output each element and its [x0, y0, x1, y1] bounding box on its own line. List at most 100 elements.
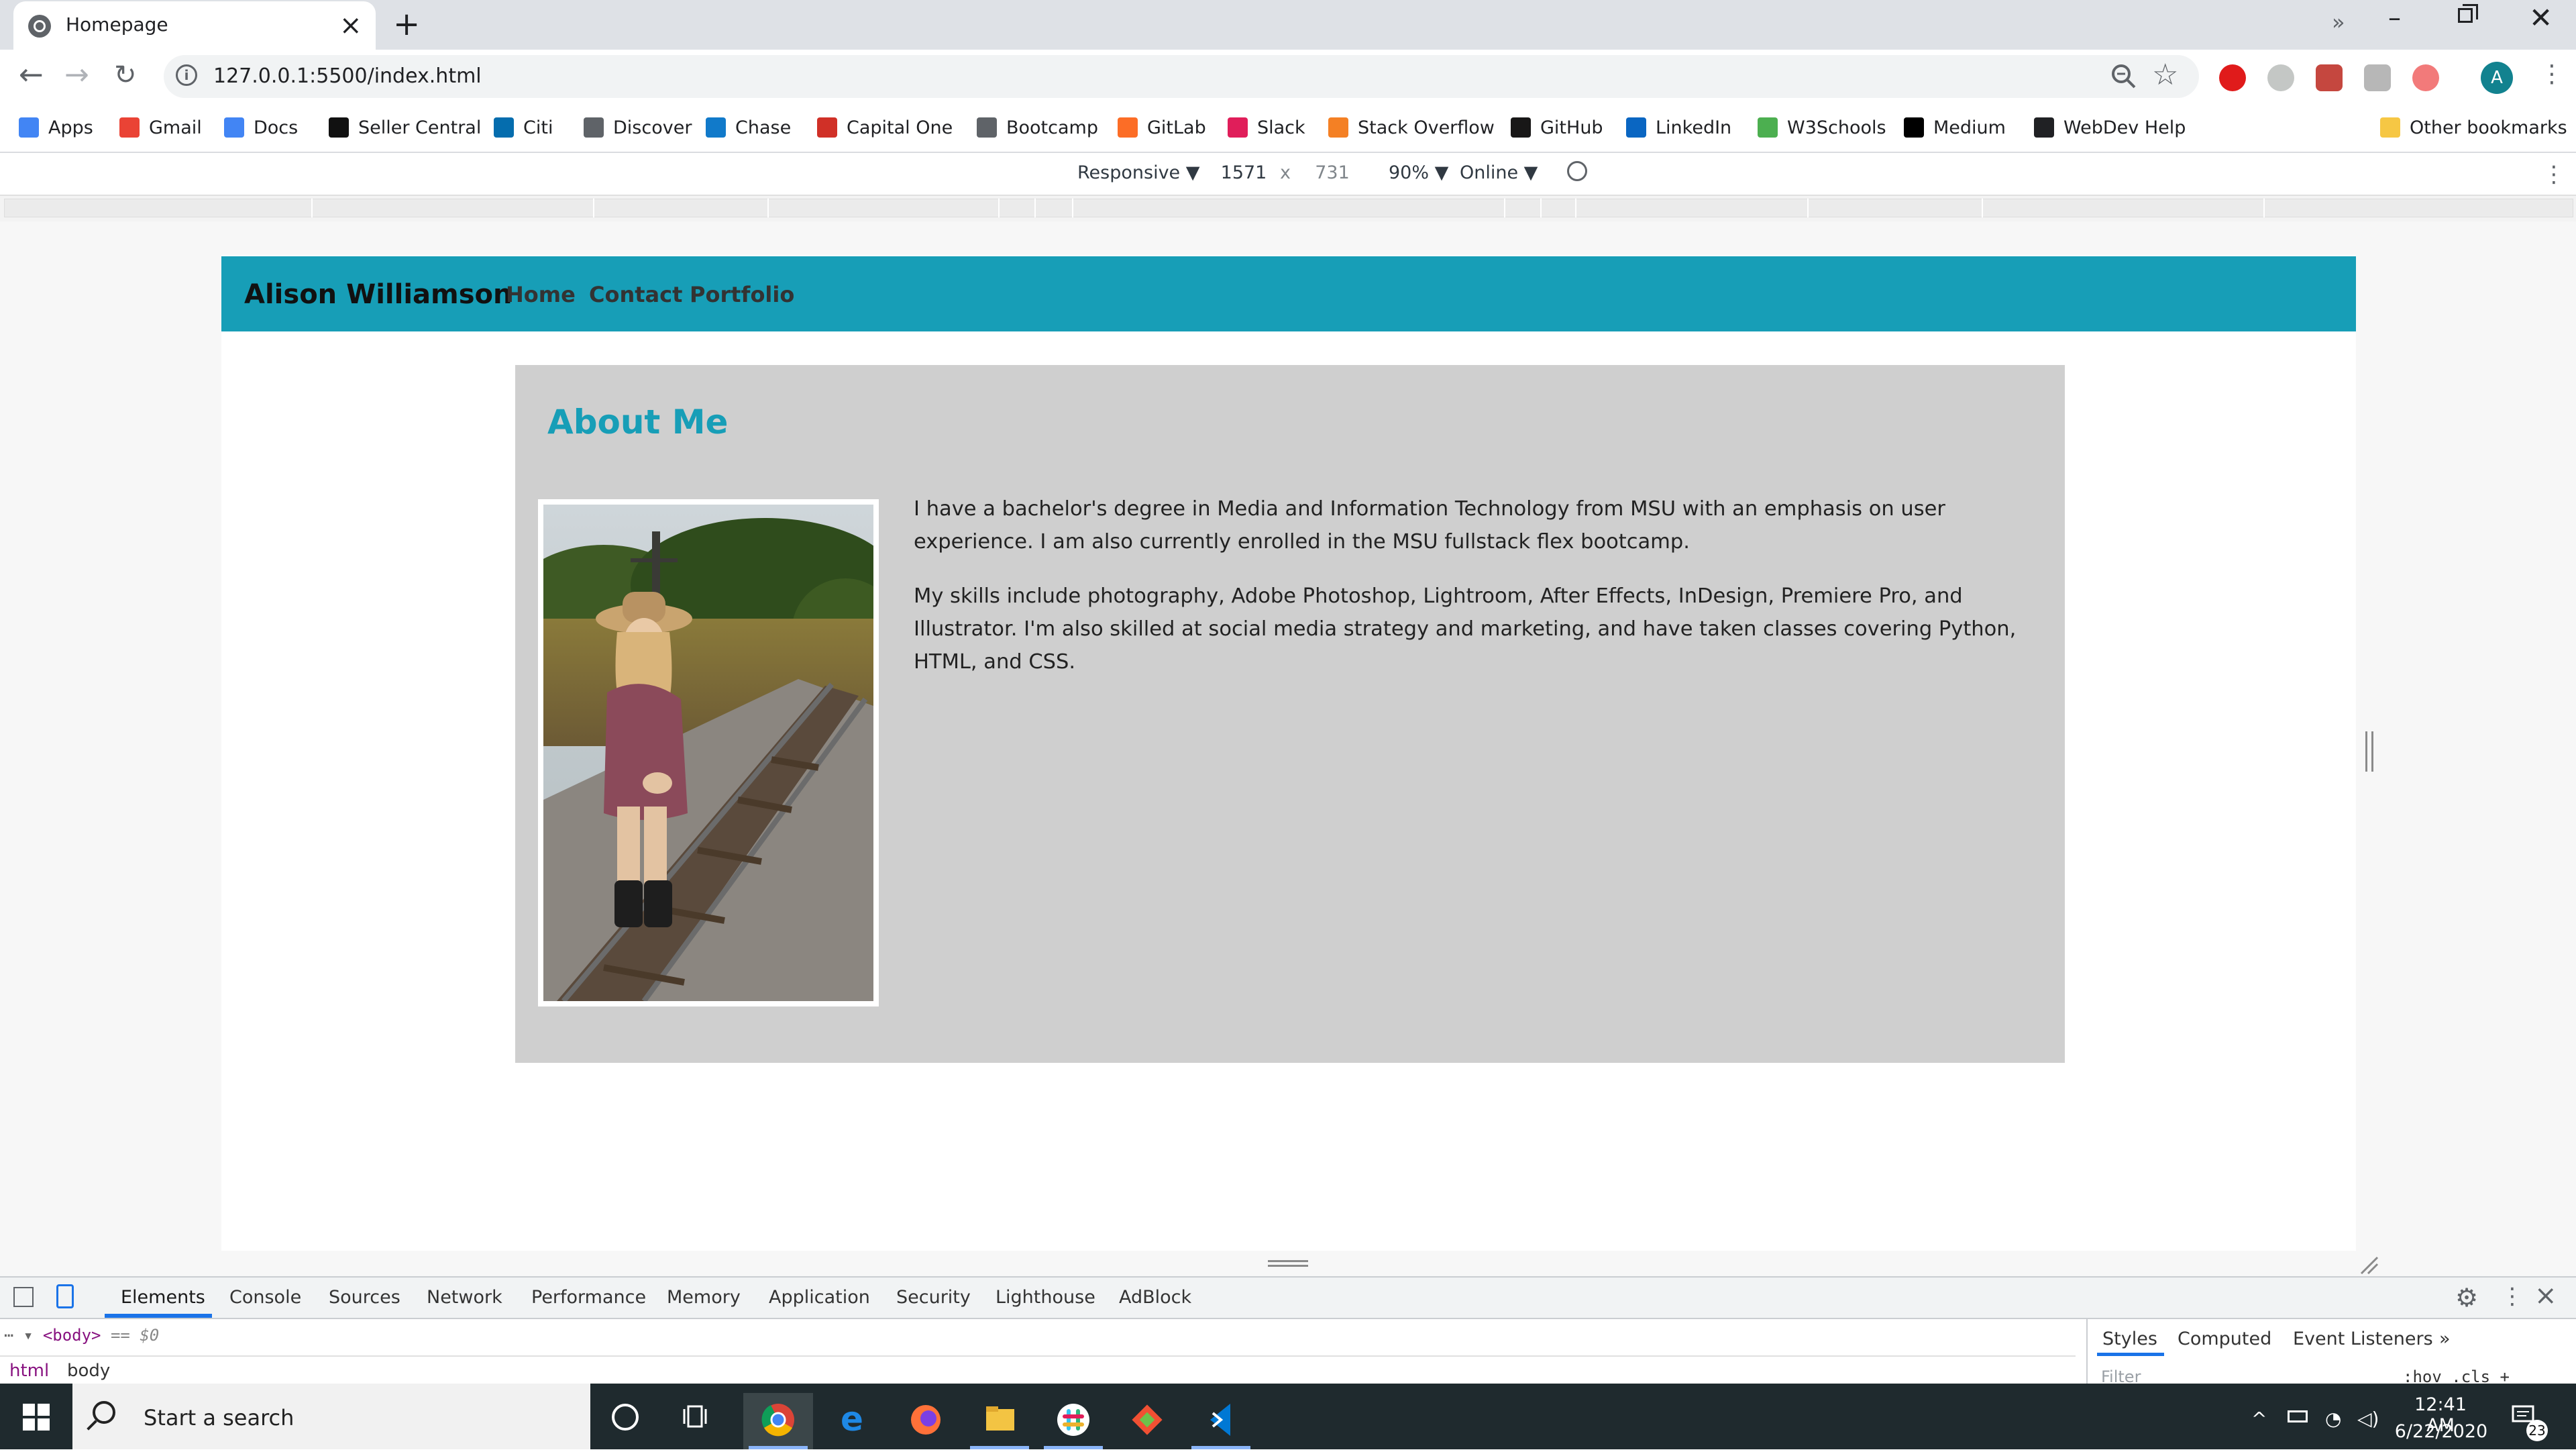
- slack-app[interactable]: [1038, 1393, 1108, 1449]
- tab-adblock[interactable]: AdBlock: [1119, 1287, 1191, 1308]
- bookmark-item[interactable]: Seller Central: [329, 115, 481, 140]
- rotate-icon[interactable]: [1567, 161, 1587, 181]
- bookmark-item[interactable]: Stack Overflow: [1328, 115, 1495, 140]
- cortana-icon[interactable]: [612, 1404, 639, 1431]
- search-input[interactable]: Start a search: [144, 1405, 294, 1431]
- bookmark-item[interactable]: GitHub: [1511, 115, 1603, 140]
- tab-lighthouse[interactable]: Lighthouse: [996, 1287, 1095, 1308]
- device-height-input[interactable]: 731: [1299, 160, 1366, 187]
- reload-icon[interactable]: ↻: [114, 60, 137, 90]
- chrome-app[interactable]: [743, 1393, 813, 1449]
- bookmark-item[interactable]: Apps: [19, 115, 93, 140]
- tab-event-listeners[interactable]: Event Listeners: [2293, 1329, 2433, 1349]
- bookmark-item[interactable]: LinkedIn: [1626, 115, 1731, 140]
- minimize-button[interactable]: –: [2388, 3, 2401, 32]
- window-close-button[interactable]: ✕: [2529, 1, 2553, 34]
- media-query-track[interactable]: [4, 199, 2573, 217]
- vscode-app[interactable]: [1186, 1393, 1256, 1449]
- zoom-icon[interactable]: [2109, 62, 2139, 91]
- nav-link-portfolio[interactable]: Portfolio: [690, 282, 794, 307]
- inspect-element-icon[interactable]: [13, 1287, 34, 1307]
- adblock-icon[interactable]: [2219, 64, 2246, 91]
- gear-icon[interactable]: ⚙: [2455, 1283, 2478, 1312]
- zoom-select[interactable]: 90% ▼: [1389, 162, 1448, 183]
- tab-computed[interactable]: Computed: [2178, 1329, 2271, 1349]
- extension-icon[interactable]: [2364, 64, 2391, 91]
- styles-more-icon[interactable]: »: [2439, 1329, 2451, 1349]
- tab-network[interactable]: Network: [427, 1287, 502, 1308]
- bookmark-item[interactable]: Docs: [224, 115, 298, 140]
- tab-application[interactable]: Application: [769, 1287, 870, 1308]
- firefox-app[interactable]: [891, 1393, 961, 1449]
- battery-icon[interactable]: [2288, 1410, 2308, 1422]
- git-app[interactable]: [1112, 1393, 1182, 1449]
- about-text: I have a bachelor's degree in Media and …: [914, 492, 2047, 700]
- throttle-select[interactable]: Online ▼: [1460, 162, 1538, 183]
- breadcrumb-html[interactable]: html: [9, 1361, 49, 1381]
- bookmark-item[interactable]: Discover: [584, 115, 692, 140]
- extension-icon[interactable]: [2267, 64, 2294, 91]
- chevron-up-icon[interactable]: ^: [2251, 1408, 2267, 1430]
- bookmark-item[interactable]: Chase: [706, 115, 791, 140]
- address-bar[interactable]: i 127.0.0.1:5500/index.html ☆: [164, 55, 2199, 98]
- bookmark-label: Capital One: [847, 117, 953, 138]
- forward-icon[interactable]: →: [64, 60, 89, 90]
- clock-date[interactable]: 6/22/2020: [2392, 1421, 2490, 1442]
- tab-security[interactable]: Security: [896, 1287, 971, 1308]
- star-icon[interactable]: ☆: [2152, 58, 2178, 92]
- close-icon[interactable]: ×: [2534, 1280, 2557, 1311]
- close-icon[interactable]: ×: [339, 8, 362, 43]
- wifi-icon[interactable]: ◔: [2325, 1408, 2341, 1430]
- tab-performance[interactable]: Performance: [531, 1287, 646, 1308]
- tab-memory[interactable]: Memory: [667, 1287, 741, 1308]
- tab-console[interactable]: Console: [229, 1287, 301, 1308]
- bookmark-item[interactable]: GitLab: [1118, 115, 1206, 140]
- file-explorer-app[interactable]: [965, 1393, 1034, 1449]
- breadcrumb-body[interactable]: body: [67, 1361, 110, 1381]
- bookmark-label: Gmail: [149, 117, 202, 138]
- bookmark-item[interactable]: Bootcamp: [977, 115, 1098, 140]
- more-vert-icon[interactable]: ⋮: [2501, 1283, 2524, 1310]
- bookmark-item[interactable]: W3Schools: [1758, 115, 1886, 140]
- pdf-icon[interactable]: [2316, 64, 2343, 91]
- avatar[interactable]: A: [2481, 62, 2513, 94]
- volume-icon[interactable]: ◁): [2357, 1408, 2379, 1430]
- viewport-resize-handle-right[interactable]: [2365, 731, 2373, 772]
- other-bookmarks[interactable]: Other bookmarks: [2380, 115, 2567, 140]
- bookmark-item[interactable]: Gmail: [119, 115, 202, 140]
- more-vert-icon[interactable]: ⋮: [2540, 60, 2564, 88]
- site-brand[interactable]: Alison Williamson: [244, 279, 512, 310]
- windows-start-icon[interactable]: [23, 1404, 50, 1431]
- bookmark-item[interactable]: WebDev Help: [2034, 115, 2186, 140]
- bookmarks-overflow-icon[interactable]: »: [2332, 9, 2345, 35]
- bookmark-item[interactable]: Citi: [494, 115, 553, 140]
- chrome-icon: [761, 1404, 794, 1437]
- taskbar-search[interactable]: Start a search: [72, 1384, 590, 1449]
- device-mode-select[interactable]: Responsive ▼: [1077, 162, 1200, 183]
- url-text[interactable]: 127.0.0.1:5500/index.html: [213, 64, 482, 88]
- bookmark-item[interactable]: Capital One: [817, 115, 953, 140]
- bookmark-item[interactable]: Slack: [1228, 115, 1305, 140]
- bookmark-item[interactable]: Medium: [1904, 115, 2006, 140]
- viewport-resize-handle-bottom[interactable]: [1268, 1260, 1308, 1267]
- tab-sources[interactable]: Sources: [329, 1287, 400, 1308]
- info-icon[interactable]: i: [176, 64, 197, 86]
- new-tab-button[interactable]: +: [393, 5, 420, 43]
- browser-tab[interactable]: Homepage ×: [13, 1, 376, 50]
- resize-corner-icon[interactable]: [2359, 1255, 2379, 1275]
- tab-elements[interactable]: Elements: [121, 1287, 205, 1308]
- nav-link-contact[interactable]: Contact: [589, 282, 682, 307]
- device-width-input[interactable]: 1571: [1210, 160, 1277, 187]
- nav-link-home[interactable]: Home: [506, 282, 576, 307]
- more-vert-icon[interactable]: ⋮: [2542, 161, 2565, 188]
- back-icon[interactable]: ←: [19, 60, 44, 90]
- task-view-icon[interactable]: [683, 1404, 710, 1429]
- dom-node-body[interactable]: ⋯ ▾ <body> == $0: [4, 1326, 159, 1345]
- device-toggle-icon[interactable]: [56, 1284, 74, 1308]
- media-query-bar[interactable]: [0, 196, 2576, 221]
- extension-icon[interactable]: [2412, 64, 2439, 91]
- edge-app[interactable]: e: [817, 1393, 887, 1449]
- restore-button[interactable]: [2458, 4, 2478, 23]
- browser-toolbar: ← → ↻ i 127.0.0.1:5500/index.html ☆ A ⋮: [0, 50, 2576, 103]
- tab-styles[interactable]: Styles: [2102, 1329, 2157, 1349]
